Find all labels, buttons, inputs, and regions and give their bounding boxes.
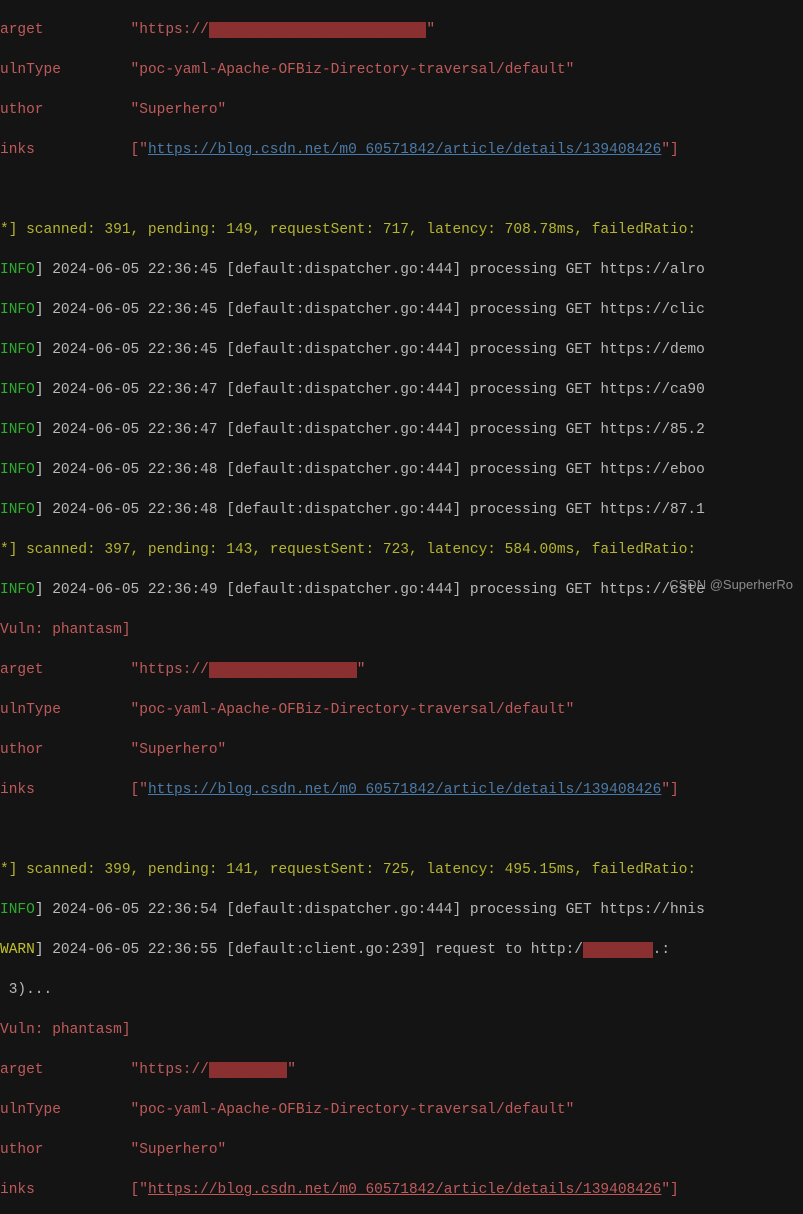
author-value: "Superhero" xyxy=(131,742,227,758)
redacted-url: xxxxxxxx xxxxx xx xyxy=(209,662,357,678)
log-level: INFO xyxy=(0,302,35,318)
log-level: INFO xyxy=(0,462,35,478)
redacted-url: xxxxx xxx xyxy=(209,1062,287,1078)
log-level: INFO xyxy=(0,342,35,358)
log-level-warn: WARN xyxy=(0,942,35,958)
log-level: INFO xyxy=(0,262,35,278)
log-line: 2024-06-05 22:36:54 [default:dispatcher.… xyxy=(44,902,705,918)
continuation: 3)... xyxy=(0,982,52,998)
links-label: inks xyxy=(0,782,35,798)
author-label: uthor xyxy=(0,1142,44,1158)
vulntype-label: ulnType xyxy=(0,62,61,78)
author-label: uthor xyxy=(0,742,44,758)
redacted-url: xxx xxxxxxxxxxxx xxx 0448 xyxy=(209,22,427,38)
author-value: "Superhero" xyxy=(131,102,227,118)
log-line: 2024-06-05 22:36:55 [default:client.go:2… xyxy=(44,942,584,958)
log-level: INFO xyxy=(0,502,35,518)
vulntype-value: "poc-yaml-Apache-OFBiz-Directory-travers… xyxy=(131,62,575,78)
log-line: 2024-06-05 22:36:47 [default:dispatcher.… xyxy=(44,422,705,438)
links-url[interactable]: https://blog.csdn.net/m0_60571842/articl… xyxy=(148,1182,661,1198)
log-line: 2024-06-05 22:36:45 [default:dispatcher.… xyxy=(44,262,705,278)
vuln-header: Vuln: phantasm] xyxy=(0,622,131,638)
target-label: arget xyxy=(0,662,44,678)
author-label: uthor xyxy=(0,102,44,118)
watermark: CSDN @SuperherRo xyxy=(669,575,793,595)
log-line: 2024-06-05 22:36:45 [default:dispatcher.… xyxy=(44,302,705,318)
log-level: INFO xyxy=(0,422,35,438)
vulntype-value: "poc-yaml-Apache-OFBiz-Directory-travers… xyxy=(131,1102,575,1118)
links-url[interactable]: https://blog.csdn.net/m0_60571842/articl… xyxy=(148,782,661,798)
log-line: 2024-06-05 22:36:48 [default:dispatcher.… xyxy=(44,462,705,478)
log-level: INFO xyxy=(0,382,35,398)
log-line: 2024-06-05 22:36:45 [default:dispatcher.… xyxy=(44,342,705,358)
scan-status: *] scanned: 391, pending: 149, requestSe… xyxy=(0,222,705,238)
log-line: 2024-06-05 22:36:49 [default:dispatcher.… xyxy=(44,582,705,598)
log-level: INFO xyxy=(0,582,35,598)
terminal-output: arget "https://xxx xxxxxxxxxxxx xxx 0448… xyxy=(0,0,803,1214)
links-label: inks xyxy=(0,1182,35,1198)
vulntype-label: ulnType xyxy=(0,1102,61,1118)
vuln-header: Vuln: phantasm] xyxy=(0,1022,131,1038)
log-line: 2024-06-05 22:36:48 [default:dispatcher.… xyxy=(44,502,705,518)
log-line: 2024-06-05 22:36:47 [default:dispatcher.… xyxy=(44,382,705,398)
vulntype-value: "poc-yaml-Apache-OFBiz-Directory-travers… xyxy=(131,702,575,718)
target-label: arget xyxy=(0,1062,44,1078)
scan-status: *] scanned: 397, pending: 143, requestSe… xyxy=(0,542,705,558)
author-value: "Superhero" xyxy=(131,1142,227,1158)
target-label: arget xyxy=(0,22,44,38)
links-label: inks xyxy=(0,142,35,158)
scan-status: *] scanned: 399, pending: 141, requestSe… xyxy=(0,862,705,878)
log-level: INFO xyxy=(0,902,35,918)
links-url[interactable]: https://blog.csdn.net/m0_60571842/articl… xyxy=(148,142,661,158)
vulntype-label: ulnType xyxy=(0,702,61,718)
